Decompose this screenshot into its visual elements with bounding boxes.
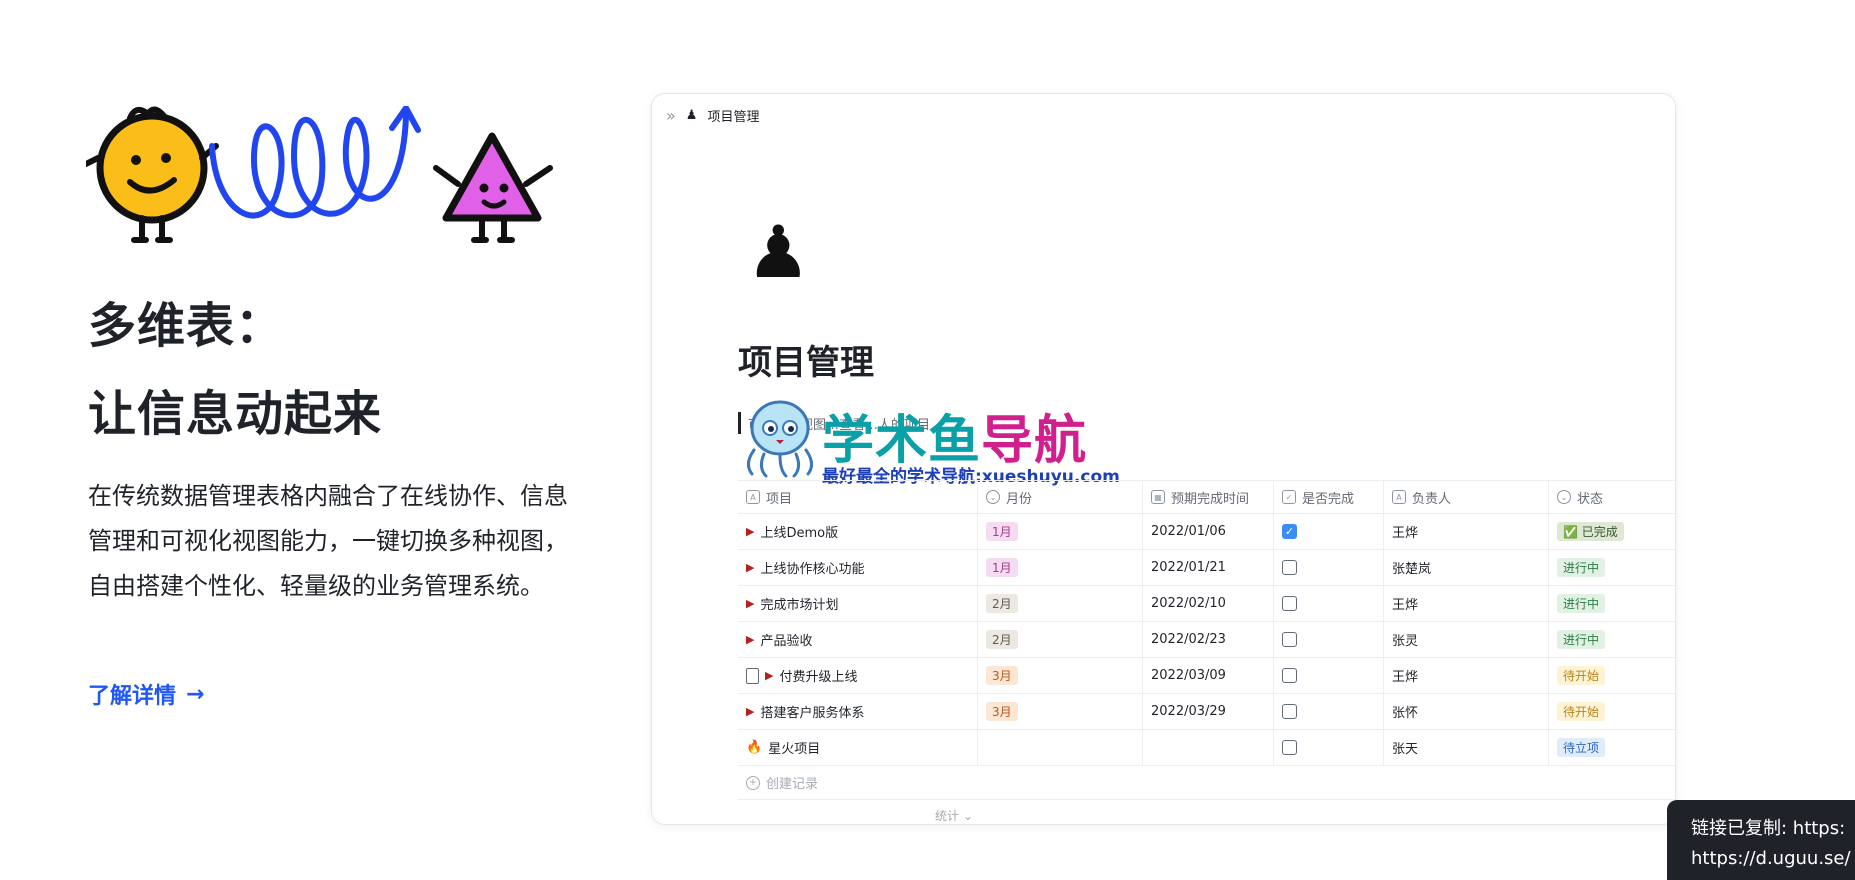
table-header-row: A 项目 ⌄ 月份 ▦ 预期完成时间 ✓ 是否完成 A 负责人 ⌄ 状态	[738, 480, 1675, 514]
triangle-character-icon	[433, 132, 553, 243]
flag-icon: ▶	[746, 561, 755, 574]
due-date: 2022/01/06	[1143, 514, 1274, 549]
person-field-icon: A	[1392, 490, 1406, 504]
due-date: 2022/02/10	[1143, 586, 1274, 621]
owner: 张楚岚	[1384, 550, 1549, 585]
month-tag: 3月	[986, 666, 1018, 685]
watermark: 学术鱼导航 最好最全的学术导航:xueshuyu.com	[740, 394, 1120, 487]
project-name: 上线协作核心功能	[760, 562, 865, 577]
table-row[interactable]: ▶ 搭建客户服务体系 3月 2022/03/29 张怀 待开始	[738, 694, 1675, 730]
owner: 张灵	[1384, 622, 1549, 657]
toast-line2: https://d.uguu.se/	[1691, 848, 1851, 869]
status-badge: 进行中	[1557, 630, 1606, 649]
status-badge: 进行中	[1557, 558, 1606, 577]
column-header-status[interactable]: ⌄ 状态	[1549, 481, 1675, 513]
done-checkbox[interactable]	[1282, 596, 1297, 611]
text-field-icon: A	[746, 490, 760, 504]
smiley-character-icon	[86, 106, 219, 243]
expand-sidebar-icon[interactable]: »	[666, 106, 676, 125]
status-badge: 待立项	[1557, 738, 1606, 757]
status-badge: 进行中	[1557, 594, 1606, 613]
table-row[interactable]: ▶ 完成市场计划 2月 2022/02/10 王烨 进行中	[738, 586, 1675, 622]
due-date: 2022/02/23	[1143, 622, 1274, 657]
month-empty	[978, 730, 1143, 765]
hero-description: 在传统数据管理表格内融合了在线协作、信息管理和可视化视图能力，一键切换多种视图，…	[88, 482, 568, 600]
spiral-arrow-icon	[209, 113, 409, 219]
done-checkbox[interactable]: ✓	[1282, 524, 1297, 539]
done-checkbox[interactable]	[1282, 560, 1297, 575]
done-checkbox[interactable]	[1282, 740, 1297, 755]
column-header-month[interactable]: ⌄ 月份	[978, 481, 1143, 513]
breadcrumb: » ♟ 项目管理	[666, 106, 759, 125]
table-row[interactable]: 🔥 星火项目 张天 待立项	[738, 730, 1675, 766]
status-badge: ✅ 已完成	[1557, 522, 1624, 541]
done-checkbox[interactable]	[1282, 668, 1297, 683]
select-field-icon: ⌄	[1557, 490, 1571, 504]
done-checkbox[interactable]	[1282, 632, 1297, 647]
month-tag: 2月	[986, 630, 1018, 649]
month-tag: 3月	[986, 702, 1018, 721]
flag-icon: ▶	[746, 705, 755, 718]
done-checkbox[interactable]	[1282, 704, 1297, 719]
month-tag: 2月	[986, 594, 1018, 613]
calendar-field-icon: ▦	[1151, 490, 1165, 504]
due-date: 2022/01/21	[1143, 550, 1274, 585]
project-name: 星火项目	[768, 742, 821, 757]
due-date: 2022/03/09	[1143, 658, 1274, 693]
project-name: 产品验收	[760, 634, 813, 649]
doc-title[interactable]: 项目管理	[738, 335, 874, 384]
arrow-right-icon: →	[186, 681, 205, 707]
column-header-owner[interactable]: A 负责人	[1384, 481, 1549, 513]
owner: 王烨	[1384, 514, 1549, 549]
fire-icon: 🔥	[746, 740, 763, 755]
column-header-date[interactable]: ▦ 预期完成时间	[1143, 481, 1274, 513]
learn-more-label: 了解详情	[88, 684, 177, 709]
stats-dropdown[interactable]: 统计 ⌄	[935, 807, 973, 824]
table-row[interactable]: ▶ 付费升级上线 3月 2022/03/09 王烨 待开始	[738, 658, 1675, 694]
learn-more-link[interactable]: 了解详情 →	[88, 678, 204, 710]
owner: 王烨	[1384, 586, 1549, 621]
project-name: 搭建客户服务体系	[760, 706, 865, 721]
status-badge: 待开始	[1557, 702, 1606, 721]
project-name: 付费升级上线	[779, 670, 858, 685]
project-table: A 项目 ⌄ 月份 ▦ 预期完成时间 ✓ 是否完成 A 负责人 ⌄ 状态 ▶ 上线Demo版 …	[738, 480, 1675, 800]
select-field-icon: ⌄	[986, 490, 1000, 504]
table-row[interactable]: ▶ 上线协作核心功能 1月 2022/01/21 张楚岚 进行中	[738, 550, 1675, 586]
flag-icon: ▶	[765, 669, 774, 682]
project-name: 完成市场计划	[760, 598, 839, 613]
flag-icon: ▶	[746, 633, 755, 646]
hero-title-line2: 让信息动起来	[88, 386, 383, 442]
hero-title-line1: 多维表：	[88, 298, 285, 354]
column-header-project[interactable]: A 项目	[738, 481, 978, 513]
toast-line1: 链接已复制: https:	[1691, 818, 1846, 839]
owner: 张怀	[1384, 694, 1549, 729]
table-row[interactable]: ▶ 上线Demo版 1月 2022/01/06 ✓ 王烨 ✅ 已完成	[738, 514, 1675, 550]
copied-toast: 链接已复制: https: https://d.uguu.se/	[1667, 800, 1855, 880]
flag-icon: ▶	[746, 525, 755, 538]
document-icon	[746, 667, 759, 684]
product-preview-card: » ♟ 项目管理 ♟ 项目管理 可…看板视图…查看…人的项目 学术鱼导航 最好最…	[651, 93, 1676, 825]
flag-icon: ▶	[746, 597, 755, 610]
due-date: 2022/03/29	[1143, 694, 1274, 729]
hero-illustration	[86, 106, 553, 243]
project-name: 上线Demo版	[760, 526, 839, 541]
column-header-done[interactable]: ✓ 是否完成	[1274, 481, 1384, 513]
breadcrumb-title[interactable]: 项目管理	[707, 106, 759, 125]
plus-icon: +	[746, 775, 760, 790]
doc-pawn-icon: ♟	[746, 210, 811, 294]
checkbox-field-icon: ✓	[1282, 490, 1296, 504]
add-record-button[interactable]: + 创建记录	[738, 766, 1675, 800]
octopus-logo-icon	[747, 400, 813, 478]
month-tag: 1月	[986, 522, 1018, 541]
table-row[interactable]: ▶ 产品验收 2月 2022/02/23 张灵 进行中	[738, 622, 1675, 658]
pawn-icon: ♟	[685, 108, 698, 123]
owner: 张天	[1384, 730, 1549, 765]
month-tag: 1月	[986, 558, 1018, 577]
owner: 王烨	[1384, 658, 1549, 693]
add-record-label: 创建记录	[766, 777, 819, 792]
due-date	[1143, 730, 1274, 765]
status-badge: 待开始	[1557, 666, 1606, 685]
